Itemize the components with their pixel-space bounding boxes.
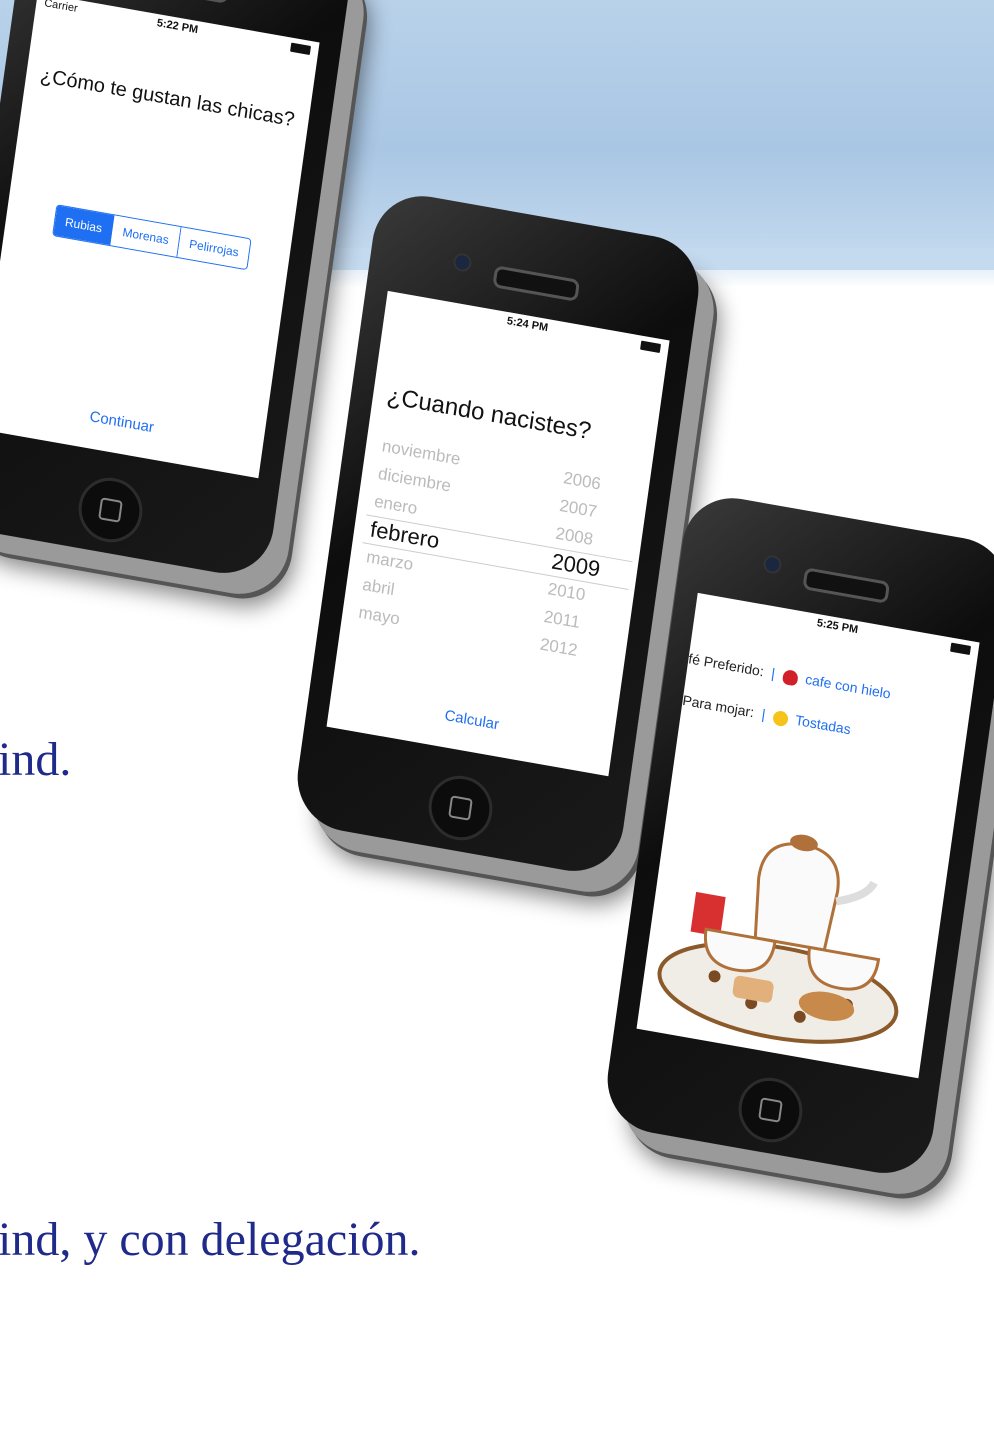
- iphone-mockup-3: 5:25 PM fé Preferido: | cafe con hielo P…: [600, 490, 994, 1182]
- screen-1: Carrier 5:22 PM ¿Cómo te gustan las chic…: [0, 0, 320, 479]
- heart-icon: [781, 668, 799, 687]
- text-cursor: |: [770, 664, 777, 682]
- home-button[interactable]: [734, 1072, 807, 1148]
- segmented-control[interactable]: Rubias Morenas Pelirrojas: [52, 204, 252, 271]
- segment-rubias[interactable]: Rubias: [53, 205, 115, 246]
- status-bar: 5:25 PM: [695, 593, 980, 662]
- smile-icon: [771, 709, 789, 728]
- coffee-field[interactable]: cafe con hielo: [804, 671, 891, 702]
- tea-set-image: [657, 834, 899, 1044]
- camera-icon: [764, 556, 781, 573]
- segment-morenas[interactable]: Morenas: [110, 215, 182, 257]
- status-bar: 5:24 PM: [385, 291, 670, 360]
- coffee-row: fé Preferido: | cafe con hielo: [687, 650, 891, 702]
- speaker-grille: [802, 567, 891, 604]
- speaker-grille: [142, 0, 231, 4]
- calculate-button[interactable]: Calcular: [330, 687, 614, 754]
- segment-pelirrojas[interactable]: Pelirrojas: [177, 227, 251, 270]
- continue-button[interactable]: Continuar: [0, 389, 264, 456]
- dunk-row: Para mojar: | Tostadas: [682, 692, 852, 738]
- picker-month-column[interactable]: noviembre diciembre enero febrero marzo …: [357, 432, 462, 640]
- iphone-mockup-1: Carrier 5:22 PM ¿Cómo te gustan las chic…: [0, 0, 356, 582]
- slide-text-line1: ind.: [0, 733, 72, 786]
- home-square-icon: [758, 1097, 783, 1123]
- home-square-icon: [448, 795, 473, 821]
- dunk-label: Para mojar:: [681, 691, 756, 721]
- status-time: 5:24 PM: [506, 315, 549, 335]
- dunk-field[interactable]: Tostadas: [794, 712, 851, 738]
- home-button[interactable]: [74, 472, 147, 548]
- coffee-label: fé Preferido:: [687, 650, 765, 680]
- date-picker[interactable]: noviembre diciembre enero febrero marzo …: [348, 431, 645, 696]
- status-bar: Carrier 5:22 PM: [35, 0, 320, 62]
- screen-3: 5:25 PM fé Preferido: | cafe con hielo P…: [636, 592, 980, 1079]
- home-square-icon: [98, 497, 123, 523]
- text-cursor: |: [760, 705, 767, 723]
- iphone-mockup-2: 5:24 PM ¿Cuando nacistes? noviembre dici…: [290, 188, 706, 880]
- camera-icon: [454, 254, 471, 271]
- home-button[interactable]: [424, 770, 497, 846]
- screen-2: 5:24 PM ¿Cuando nacistes? noviembre dici…: [326, 290, 670, 777]
- slide-text-line2: ind, y con delegación.: [0, 1213, 421, 1266]
- status-time: 5:25 PM: [816, 617, 859, 637]
- picker-year-column[interactable]: 2006 2007 2008 2009 2010 2011 2012: [538, 464, 614, 667]
- question-label: ¿Cómo te gustan las chicas?: [38, 64, 297, 132]
- speaker-grille: [492, 265, 581, 302]
- status-time: 5:22 PM: [156, 17, 199, 37]
